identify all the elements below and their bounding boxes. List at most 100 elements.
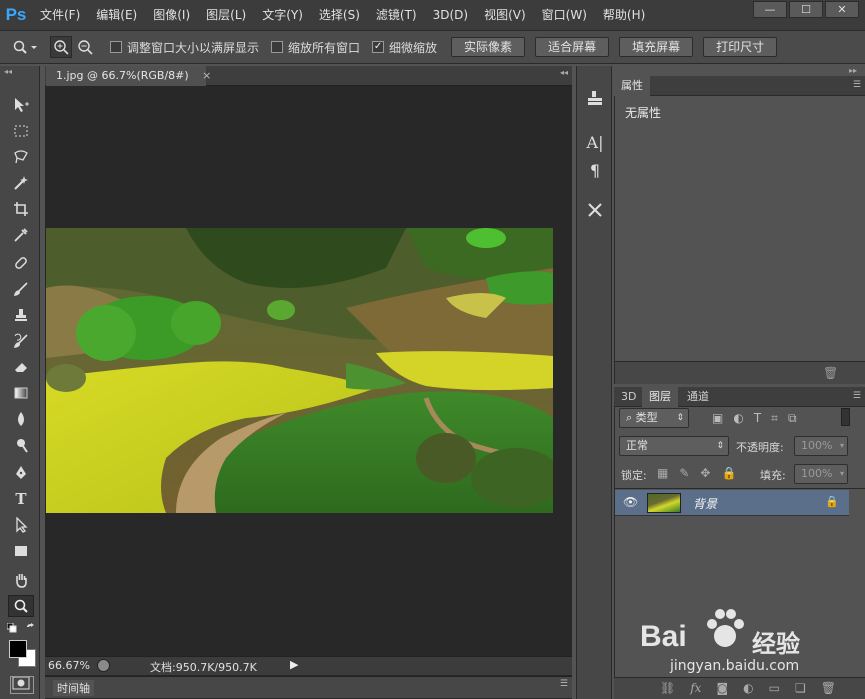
- healing-brush-tool-icon[interactable]: [8, 252, 34, 274]
- menu-edit[interactable]: 编辑(E): [88, 0, 145, 30]
- default-colors-icon[interactable]: [6, 622, 17, 633]
- zoom-all-option[interactable]: 缩放所有窗口: [271, 39, 360, 56]
- lock-all-icon[interactable]: 🔒: [721, 466, 736, 480]
- resize-windows-option[interactable]: 调整窗口大小以满屏显示: [110, 39, 259, 56]
- eraser-tool-icon[interactable]: [8, 356, 34, 378]
- zoom-tool-preset-picker[interactable]: [10, 36, 42, 58]
- menu-type[interactable]: 文字(Y): [254, 0, 311, 30]
- delete-icon[interactable]: 🗑: [823, 366, 838, 380]
- close-button[interactable]: ✕: [825, 1, 859, 18]
- clone-stamp-tool-icon[interactable]: [8, 304, 34, 326]
- menu-help[interactable]: 帮助(H): [595, 0, 653, 30]
- filter-pixel-icon[interactable]: ▣: [712, 411, 723, 426]
- filter-smart-object-icon[interactable]: ⧉: [788, 411, 797, 426]
- path-selection-tool-icon[interactable]: [8, 514, 34, 536]
- properties-menu-icon[interactable]: ☰: [853, 80, 861, 90]
- menu-view[interactable]: 视图(V): [476, 0, 534, 30]
- menu-image[interactable]: 图像(I): [145, 0, 198, 30]
- tab-3d[interactable]: 3D: [614, 387, 643, 407]
- filter-type-icon[interactable]: T: [754, 411, 761, 426]
- baidu-jingyan-watermark: Bai 经验 jingyan.baidu.com: [640, 604, 840, 680]
- print-size-button[interactable]: 打印尺寸: [703, 37, 778, 57]
- blur-tool-icon[interactable]: [8, 408, 34, 430]
- layer-row-background[interactable]: 👁 背景 🔒: [615, 490, 849, 516]
- crop-tool-icon[interactable]: [8, 198, 34, 220]
- layer-filter-kind-select[interactable]: ⌕ 类型 ⇕: [619, 408, 689, 428]
- rectangle-tool-icon[interactable]: [8, 540, 34, 562]
- scrubby-zoom-option[interactable]: ✓ 细微缩放: [372, 39, 437, 56]
- collapse-toolbar-icon[interactable]: ◂◂: [4, 67, 12, 76]
- minimize-button[interactable]: —: [753, 1, 787, 18]
- eye-icon[interactable]: 👁: [623, 495, 638, 509]
- collapse-panels-icon[interactable]: ◂◂: [560, 68, 568, 77]
- screen-mode-icon[interactable]: [10, 676, 34, 694]
- paragraph-panel-icon[interactable]: ¶: [581, 158, 609, 182]
- filter-shape-icon[interactable]: ⌗: [771, 411, 778, 426]
- lock-position-icon[interactable]: ✥: [700, 466, 710, 480]
- menu-select[interactable]: 选择(S): [311, 0, 368, 30]
- layers-menu-icon[interactable]: ☰: [853, 391, 861, 401]
- character-panel-icon[interactable]: A|: [581, 130, 609, 154]
- maximize-button[interactable]: ☐: [789, 1, 823, 18]
- close-tab-icon[interactable]: ×: [202, 69, 211, 82]
- menu-filter[interactable]: 滤镜(T): [368, 0, 425, 30]
- actual-pixels-button[interactable]: 实际像素: [451, 37, 526, 57]
- new-adjustment-layer-icon[interactable]: ◐: [743, 681, 753, 695]
- opacity-input[interactable]: 100% ▾: [794, 436, 848, 456]
- tool-presets-panel-icon[interactable]: [581, 198, 609, 222]
- fill-screen-button[interactable]: 填充屏幕: [619, 37, 694, 57]
- zoom-tool-icon[interactable]: [8, 595, 34, 617]
- lock-pixels-icon[interactable]: ✎: [679, 466, 689, 480]
- blend-mode-select[interactable]: 正常 ⇕: [619, 436, 729, 456]
- magic-wand-tool-icon[interactable]: [8, 172, 34, 194]
- foreground-color-swatch[interactable]: [9, 640, 27, 658]
- scrubby-zoom-checkbox[interactable]: ✓: [372, 41, 385, 53]
- menu-3d[interactable]: 3D(D): [425, 0, 476, 30]
- zoom-all-checkbox[interactable]: [271, 41, 284, 53]
- resize-windows-label: 调整窗口大小以满屏显示: [127, 40, 260, 55]
- hand-tool-icon[interactable]: [8, 569, 34, 591]
- tab-properties[interactable]: 属性: [614, 76, 650, 96]
- dodge-tool-icon[interactable]: [8, 434, 34, 456]
- lock-transparent-icon[interactable]: ▦: [657, 466, 668, 480]
- status-menu-arrow-icon[interactable]: ▶: [290, 658, 298, 671]
- lasso-tool-icon[interactable]: [8, 146, 34, 168]
- eyedropper-tool-icon[interactable]: [8, 224, 34, 246]
- tab-layers[interactable]: 图层: [642, 387, 678, 407]
- history-brush-tool-icon[interactable]: [8, 330, 34, 352]
- fit-screen-button[interactable]: 适合屏幕: [535, 37, 610, 57]
- collapse-right-panels-icon[interactable]: ▸▸: [849, 66, 857, 75]
- layer-name[interactable]: 背景: [693, 495, 717, 512]
- marquee-tool-icon[interactable]: [8, 120, 34, 142]
- gradient-tool-icon[interactable]: [8, 382, 34, 404]
- zoom-out-icon[interactable]: [74, 36, 96, 58]
- chevron-down-icon: ⇕: [676, 413, 684, 423]
- filter-toggle-switch[interactable]: [841, 408, 850, 426]
- zoom-level-field[interactable]: 66.67%: [48, 659, 90, 672]
- document-tab[interactable]: 1.jpg @ 66.7%(RGB/8#) ×: [46, 66, 211, 86]
- type-tool-icon[interactable]: T: [8, 488, 34, 510]
- menu-file[interactable]: 文件(F): [32, 0, 88, 30]
- tab-channels[interactable]: 通道: [680, 387, 716, 407]
- move-tool-icon[interactable]: [8, 94, 34, 116]
- resize-windows-checkbox[interactable]: [110, 41, 122, 53]
- opacity-label: 不透明度:: [736, 441, 784, 454]
- menu-layer[interactable]: 图层(L): [198, 0, 254, 30]
- timeline-tab[interactable]: 时间轴: [53, 680, 94, 696]
- delete-layer-icon[interactable]: 🗑: [821, 681, 836, 695]
- filter-adjustment-icon[interactable]: ◐: [733, 411, 743, 426]
- layer-style-icon[interactable]: fx: [690, 681, 701, 695]
- pen-tool-icon[interactable]: [8, 462, 34, 484]
- zoom-in-icon[interactable]: [50, 36, 72, 58]
- status-info-icon[interactable]: [97, 659, 110, 672]
- add-mask-icon[interactable]: ◙: [716, 681, 728, 695]
- new-layer-icon[interactable]: ❏: [795, 681, 806, 695]
- menu-window[interactable]: 窗口(W): [534, 0, 595, 30]
- history-panel-icon[interactable]: [581, 86, 609, 110]
- timeline-menu-icon[interactable]: ☰: [560, 679, 568, 689]
- swap-colors-icon[interactable]: [26, 622, 36, 632]
- link-layers-icon[interactable]: ⛓: [660, 681, 675, 695]
- new-group-icon[interactable]: ▭: [769, 681, 780, 695]
- fill-input[interactable]: 100% ▾: [794, 464, 848, 484]
- brush-tool-icon[interactable]: [8, 278, 34, 300]
